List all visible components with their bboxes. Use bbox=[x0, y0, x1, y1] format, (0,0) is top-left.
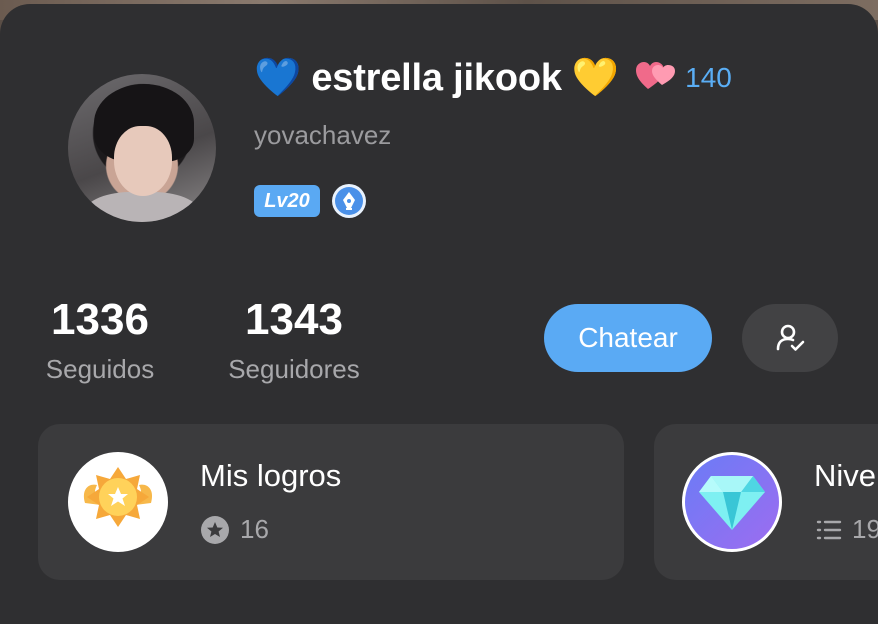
following-label: Seguidos bbox=[45, 354, 155, 384]
level-tile[interactable]: Nive 19 bbox=[654, 424, 878, 580]
achievements-count: 16 bbox=[240, 514, 269, 544]
level-sub: 19 bbox=[816, 514, 878, 545]
avatar-face bbox=[114, 126, 172, 196]
avatar-shirt bbox=[82, 192, 202, 222]
followers-count: 1343 bbox=[245, 295, 343, 344]
achievements-title: Mis logros bbox=[200, 458, 342, 493]
chat-button[interactable]: Chatear bbox=[544, 304, 712, 372]
hearts-count: 140 bbox=[685, 62, 732, 93]
badges: Lv20 bbox=[254, 184, 366, 218]
blue-heart-emoji: 💙 bbox=[254, 57, 302, 99]
following-count: 1336 bbox=[51, 295, 149, 344]
yellow-heart-emoji: 💛 bbox=[571, 57, 620, 99]
level-title: Nive bbox=[814, 458, 877, 493]
level-badge[interactable]: Lv20 bbox=[254, 185, 320, 217]
profile-name-row: 💙 estrella jikook 💛 140 bbox=[254, 52, 732, 104]
achievement-medal-icon bbox=[68, 452, 168, 552]
achievements-sub: 16 bbox=[200, 514, 269, 545]
star-circle-icon bbox=[201, 515, 229, 544]
achievements-tile[interactable]: Mis logros 16 bbox=[38, 424, 624, 580]
diamond-icon bbox=[682, 452, 782, 552]
profile-card: 💙 estrella jikook 💛 140 yovachavez Lv20 … bbox=[0, 4, 878, 624]
hearts-icon[interactable] bbox=[635, 59, 677, 98]
pen-nib-badge-icon[interactable] bbox=[332, 184, 366, 218]
profile-name: estrella jikook bbox=[311, 56, 562, 99]
level-count: 19 bbox=[852, 514, 878, 544]
followers-label: Seguidores bbox=[228, 354, 360, 384]
stat-followers[interactable]: 1343 Seguidores bbox=[218, 296, 370, 385]
following-status-button[interactable] bbox=[742, 304, 838, 372]
user-check-icon bbox=[776, 324, 805, 351]
username: yovachavez bbox=[254, 120, 392, 150]
avatar[interactable] bbox=[68, 74, 216, 222]
list-icon bbox=[816, 520, 842, 539]
stat-following[interactable]: 1336 Seguidos bbox=[38, 296, 162, 385]
